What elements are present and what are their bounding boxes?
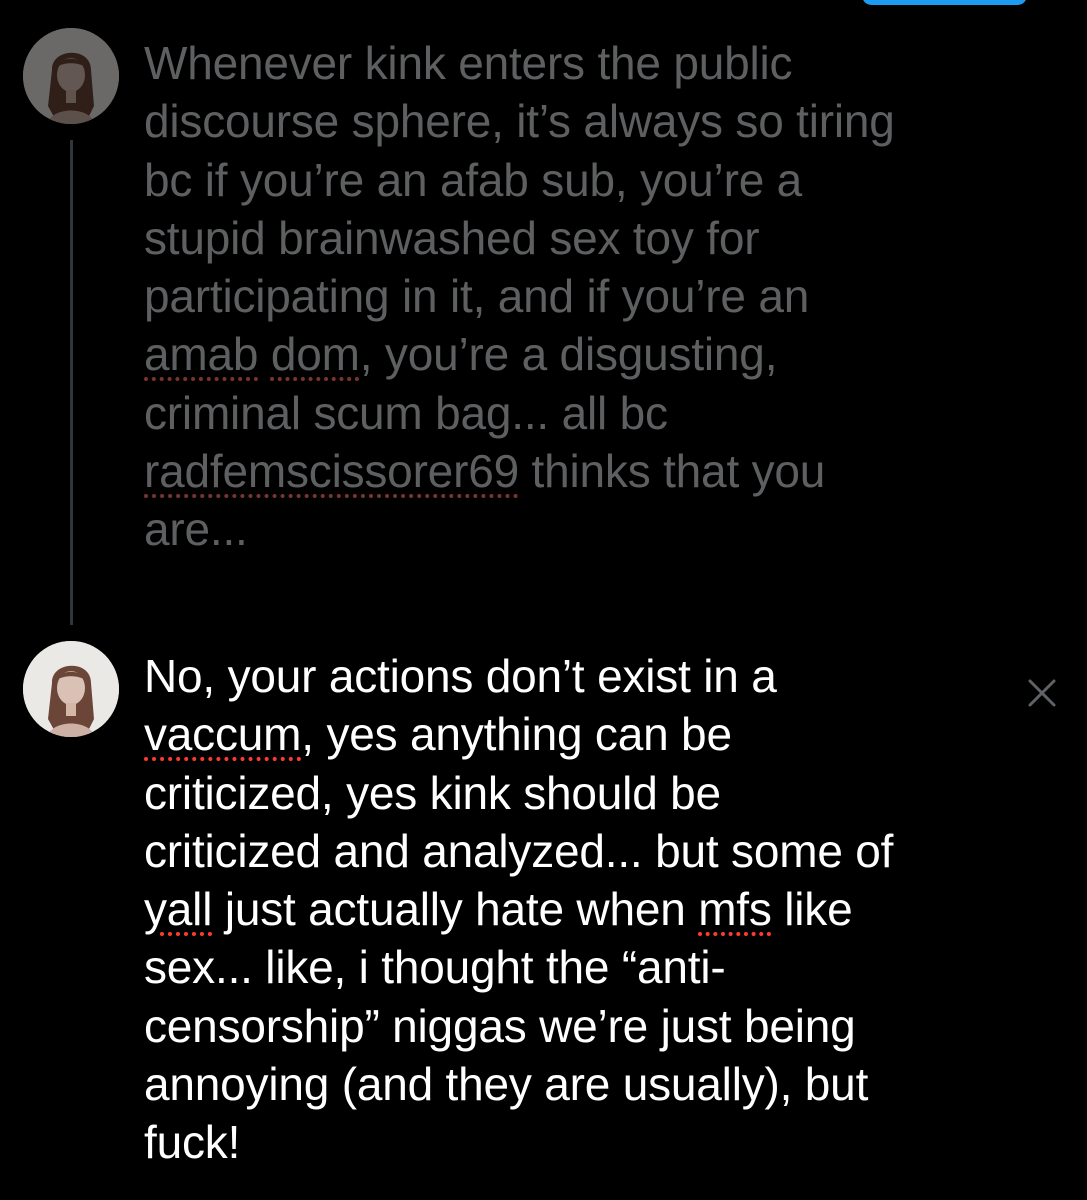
text-line: criminal scum bag... all bc <box>144 384 1044 442</box>
text-segment: No, your actions don’t exist in a <box>144 650 777 702</box>
spellcheck-flagged-word[interactable]: radfemscissorer69 <box>144 445 519 497</box>
spellcheck-flagged-word[interactable]: amab <box>144 328 258 380</box>
text-segment: annoying (and they are usually), but <box>144 1058 869 1111</box>
text-line: yall just actually hate when mfs like <box>144 880 1044 938</box>
text-segment: participating in it, and if you’re an <box>144 270 810 323</box>
avatar[interactable] <box>23 28 119 124</box>
parent-tweet-text: Whenever kink enters the public discourse… <box>144 34 1044 559</box>
avatar[interactable] <box>23 641 119 737</box>
text-segment: criticized, yes kink should be <box>144 766 721 819</box>
text-segment: criticized and analyzed... but some of <box>144 824 894 877</box>
text-segment: bc if you’re an afab sub, you’re a <box>144 153 803 206</box>
text-line: fuck! <box>144 1113 1044 1171</box>
text-line: amab dom, you’re a disgusting, <box>144 325 1044 383</box>
text-segment: censorship” niggas we’re just being <box>144 999 856 1052</box>
text-segment: , yes anything can be <box>301 708 732 761</box>
text-line: are... <box>144 500 1044 558</box>
text-line: bc if you’re an afab sub, you’re a <box>144 151 1044 209</box>
text-segment: criminal scum bag... all bc <box>144 386 668 439</box>
spellcheck-flagged-word[interactable]: vaccum <box>144 708 301 760</box>
text-segment: thinks that you <box>518 445 826 498</box>
reply-tweet-text[interactable]: No, your actions don’t exist in a vaccum,… <box>144 647 1044 1172</box>
text-line: criticized and analyzed... but some of <box>144 822 1044 880</box>
avatar-icon <box>23 28 119 124</box>
spellcheck-flagged-word[interactable]: dom <box>271 328 360 380</box>
spellcheck-flagged-word[interactable]: mfs <box>698 883 772 935</box>
text-segment <box>258 328 271 380</box>
avatar-icon <box>23 641 119 737</box>
text-segment: Whenever kink enters the public <box>144 37 793 89</box>
text-line: discourse sphere, it’s always so tiring <box>144 92 1044 150</box>
text-segment: sex... like, i thought the “anti- <box>144 941 726 994</box>
spellcheck-flagged-word[interactable]: yall <box>144 883 212 935</box>
text-line: stupid brainwashed sex toy for <box>144 209 1044 267</box>
post-button-fragment[interactable] <box>862 0 1027 5</box>
text-line: annoying (and they are usually), but <box>144 1055 1044 1113</box>
text-segment: are... <box>144 503 248 556</box>
text-line: participating in it, and if you’re an <box>144 267 1044 325</box>
text-segment: stupid brainwashed sex toy for <box>144 211 760 264</box>
text-line: No, your actions don’t exist in a <box>144 647 1044 705</box>
text-segment: fuck! <box>144 1116 241 1169</box>
text-line: sex... like, i thought the “anti- <box>144 938 1044 996</box>
text-line: censorship” niggas we’re just being <box>144 997 1044 1055</box>
text-line: radfemscissorer69 thinks that you <box>144 442 1044 500</box>
text-line: vaccum, yes anything can be <box>144 705 1044 763</box>
close-button[interactable] <box>1020 671 1064 715</box>
text-line: criticized, yes kink should be <box>144 764 1044 822</box>
text-segment: , you’re a disgusting, <box>359 328 778 381</box>
thread-connector-line <box>70 140 73 625</box>
text-segment: discourse sphere, it’s always so tiring <box>144 95 895 148</box>
close-icon <box>1028 679 1056 707</box>
text-line: Whenever kink enters the public <box>144 34 1044 92</box>
text-segment: like <box>771 883 853 936</box>
text-segment: just actually hate when <box>212 883 699 936</box>
